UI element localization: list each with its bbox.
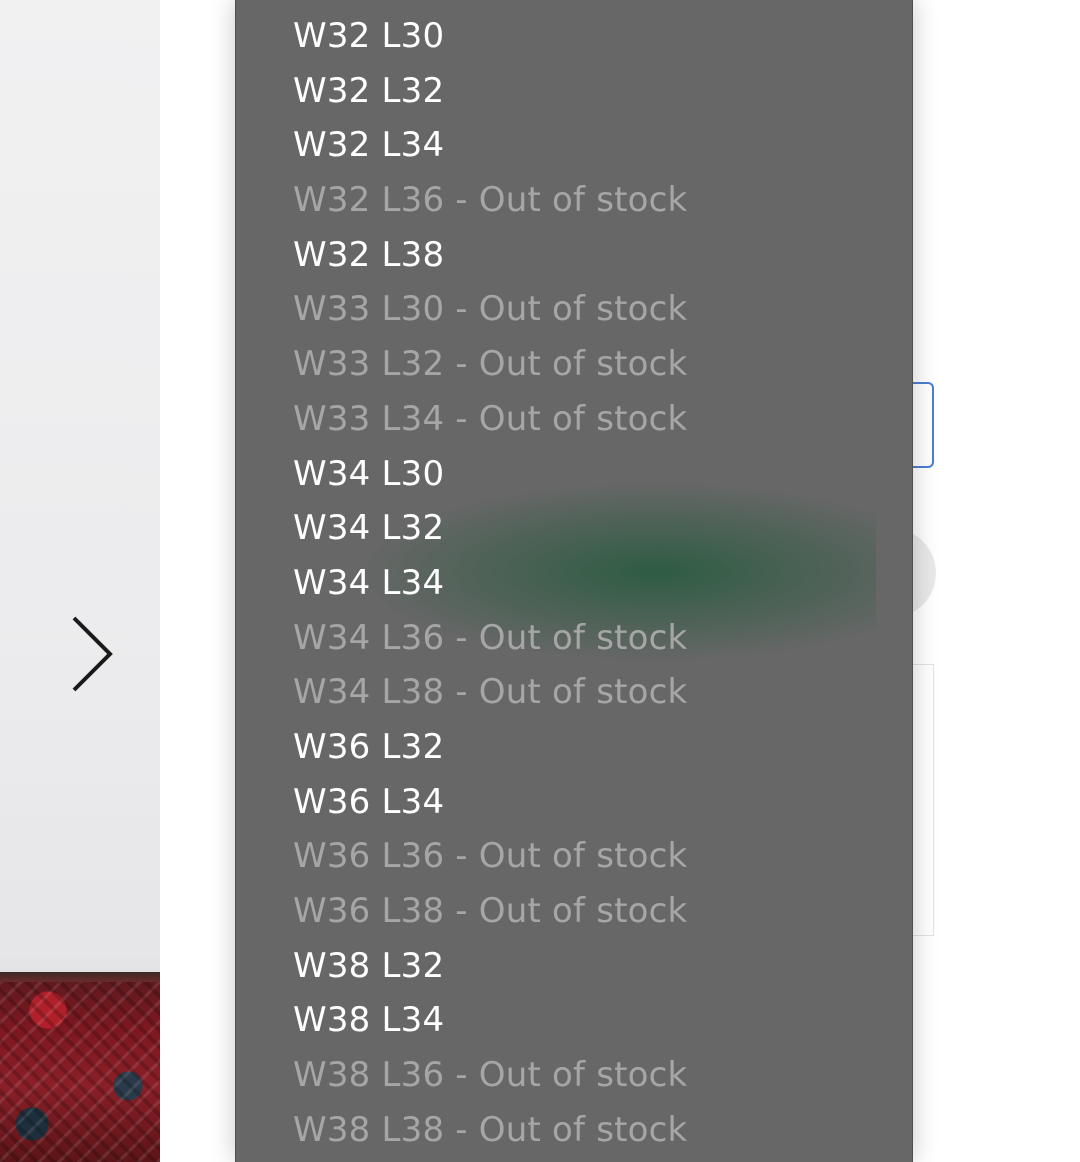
size-option[interactable]: W32 L34: [236, 118, 687, 173]
size-option: W34 L36 - Out of stock: [293, 617, 688, 658]
size-option[interactable]: W34 L32: [236, 501, 687, 556]
page: W32 L30 W32 L32 W32 L34 W32 L36 - Out of st…: [0, 0, 1080, 1162]
size-option: W36 L38 - Out of stock: [293, 891, 688, 931]
size-dropdown-list[interactable]: W32 L30 W32 L32 W32 L34 W32 L36 - Out of st…: [235, 0, 913, 1162]
size-option[interactable]: W32 L30: [236, 9, 687, 64]
size-options: W32 L30 W32 L32 W32 L34 W32 L36 - Out of st…: [236, 9, 687, 1157]
size-option: W33 L34 - Out of stock: [293, 398, 688, 439]
size-option: W32 L36 - Out of stock: [293, 180, 688, 221]
size-option: W33 L32 - Out of stock: [293, 344, 688, 385]
size-option[interactable]: W32 L32: [236, 64, 687, 119]
size-option[interactable]: W36 L34: [236, 775, 687, 830]
size-option[interactable]: W38 L34: [236, 993, 687, 1048]
size-option: W38 L36 - Out of stock: [293, 1055, 688, 1096]
rug-graphic: [0, 972, 160, 1162]
size-option: W33 L30 - Out of stock: [293, 289, 688, 330]
size-option[interactable]: W34 L30: [236, 447, 687, 502]
size-option[interactable]: W34 L34: [236, 556, 687, 611]
size-option: W38 L38 - Out of stock: [293, 1109, 688, 1150]
product-image: [0, 0, 160, 1162]
size-option[interactable]: W36 L32: [236, 720, 687, 775]
size-option: W36 L36 - Out of stock: [293, 836, 688, 877]
size-option: W34 L38 - Out of stock: [293, 672, 688, 713]
size-option[interactable]: W32 L38: [236, 228, 687, 283]
chevron-right-icon[interactable]: [64, 612, 120, 696]
size-option[interactable]: W38 L32: [236, 939, 687, 994]
